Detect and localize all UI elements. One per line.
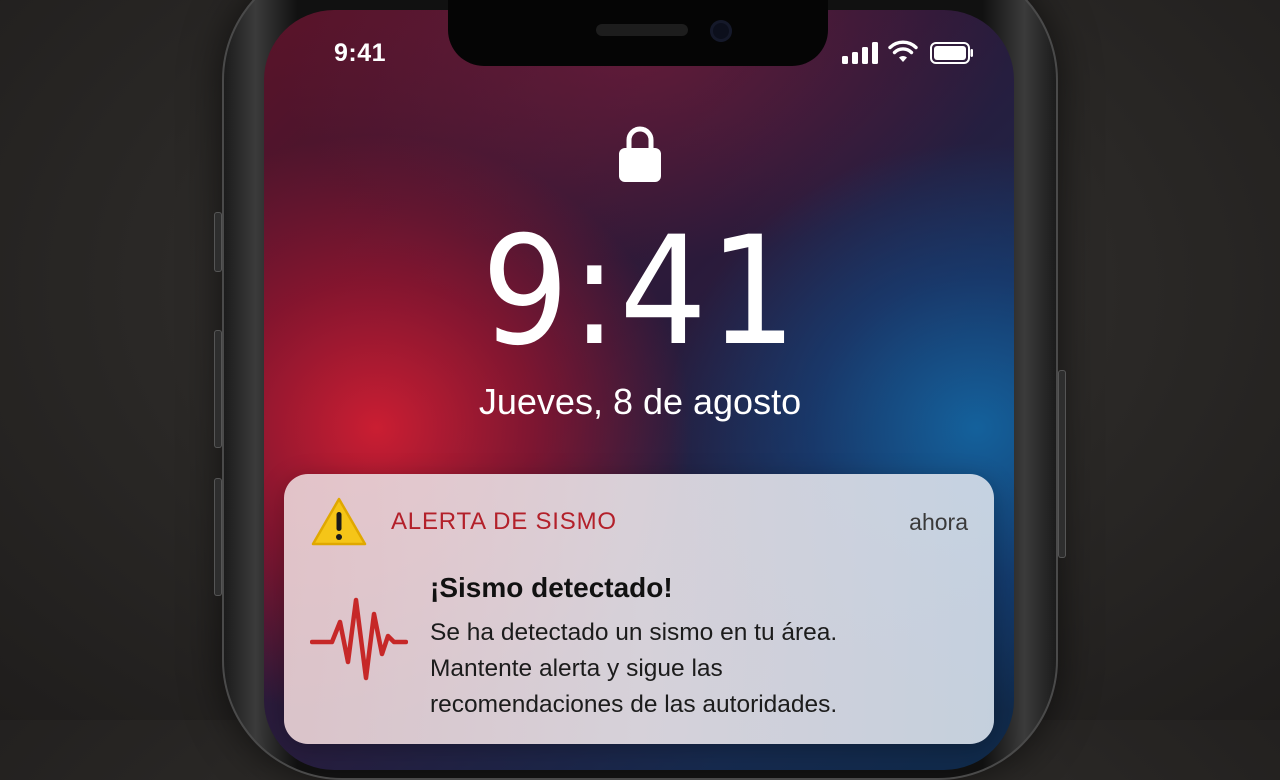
battery-icon [930,42,973,64]
notification-body-line: Mantente alerta y sigue las [430,655,723,682]
front-camera [710,20,732,42]
seismic-wave-icon [310,597,408,681]
lock-screen-time: 9:41 [481,205,799,379]
notification-timestamp: ahora [909,509,968,535]
earpiece-speaker [596,24,688,36]
notification-title: ¡Sismo detectado! [430,572,673,603]
wifi-icon [888,40,918,62]
notification-app-name: ALERTA DE SISMO [391,508,617,535]
volume-down-button [214,478,222,596]
lock-screen-date: Jueves, 8 de agosto [478,381,802,422]
cellular-signal-icon [842,42,878,64]
notification-body-line: recomendaciones de las autoridades. [430,691,838,718]
lock-icon [619,126,661,182]
status-bar-time: 9:41 [334,39,387,67]
notification-body-line: Se ha detectado un sismo en tu área. [430,619,838,646]
warning-triangle-icon [311,497,367,546]
notification-body: Se ha detectado un sismo en tu área. Man… [430,615,970,723]
